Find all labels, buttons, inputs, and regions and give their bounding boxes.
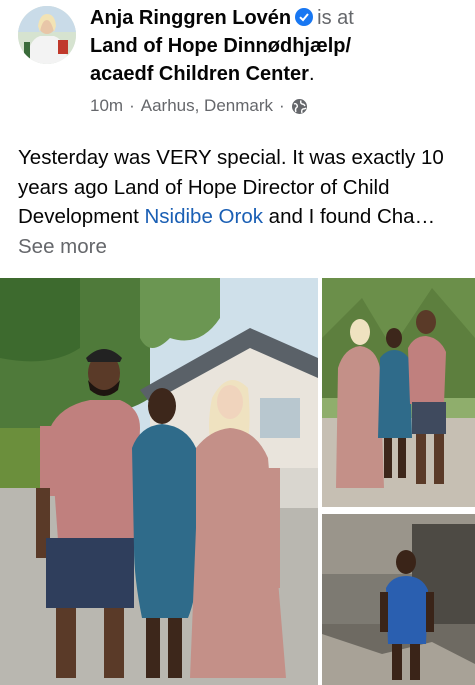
photo-top-right[interactable] <box>322 278 475 507</box>
post-text-part2: and I found Cha… <box>262 205 436 228</box>
post-title: Anja Ringgren Lovén is at Land of Hope Di… <box>90 4 465 88</box>
globe-icon <box>291 98 308 115</box>
is-at-text: is at <box>317 7 354 29</box>
post-meta: 10m · Aarhus, Denmark · <box>90 95 314 117</box>
post-place: Aarhus, Denmark <box>140 96 274 115</box>
meta-separator-2: · <box>279 96 285 115</box>
photo-bottom-right[interactable] <box>322 514 475 685</box>
location-name-line1[interactable]: Land of Hope Dinnødhjælp/ <box>90 35 351 57</box>
post-time[interactable]: 10m <box>90 95 123 117</box>
mention-link[interactable]: Nsidibe Orok <box>144 205 263 228</box>
meta-separator-1: · <box>129 96 135 115</box>
post-body: Yesterday was VERY special. It was exact… <box>18 143 463 261</box>
see-more-link[interactable]: See more <box>18 235 107 258</box>
post-header: Anja Ringgren Lovén is at Land of Hope Di… <box>0 0 475 125</box>
location-name-line2[interactable]: acaedf Children Center <box>90 63 309 85</box>
author-avatar[interactable] <box>18 6 76 64</box>
author-name[interactable]: Anja Ringgren Lovén <box>90 7 291 29</box>
location-period: . <box>308 63 315 85</box>
verified-badge-icon <box>295 8 314 26</box>
photo-main[interactable] <box>0 278 318 685</box>
photo-grid <box>0 278 475 685</box>
